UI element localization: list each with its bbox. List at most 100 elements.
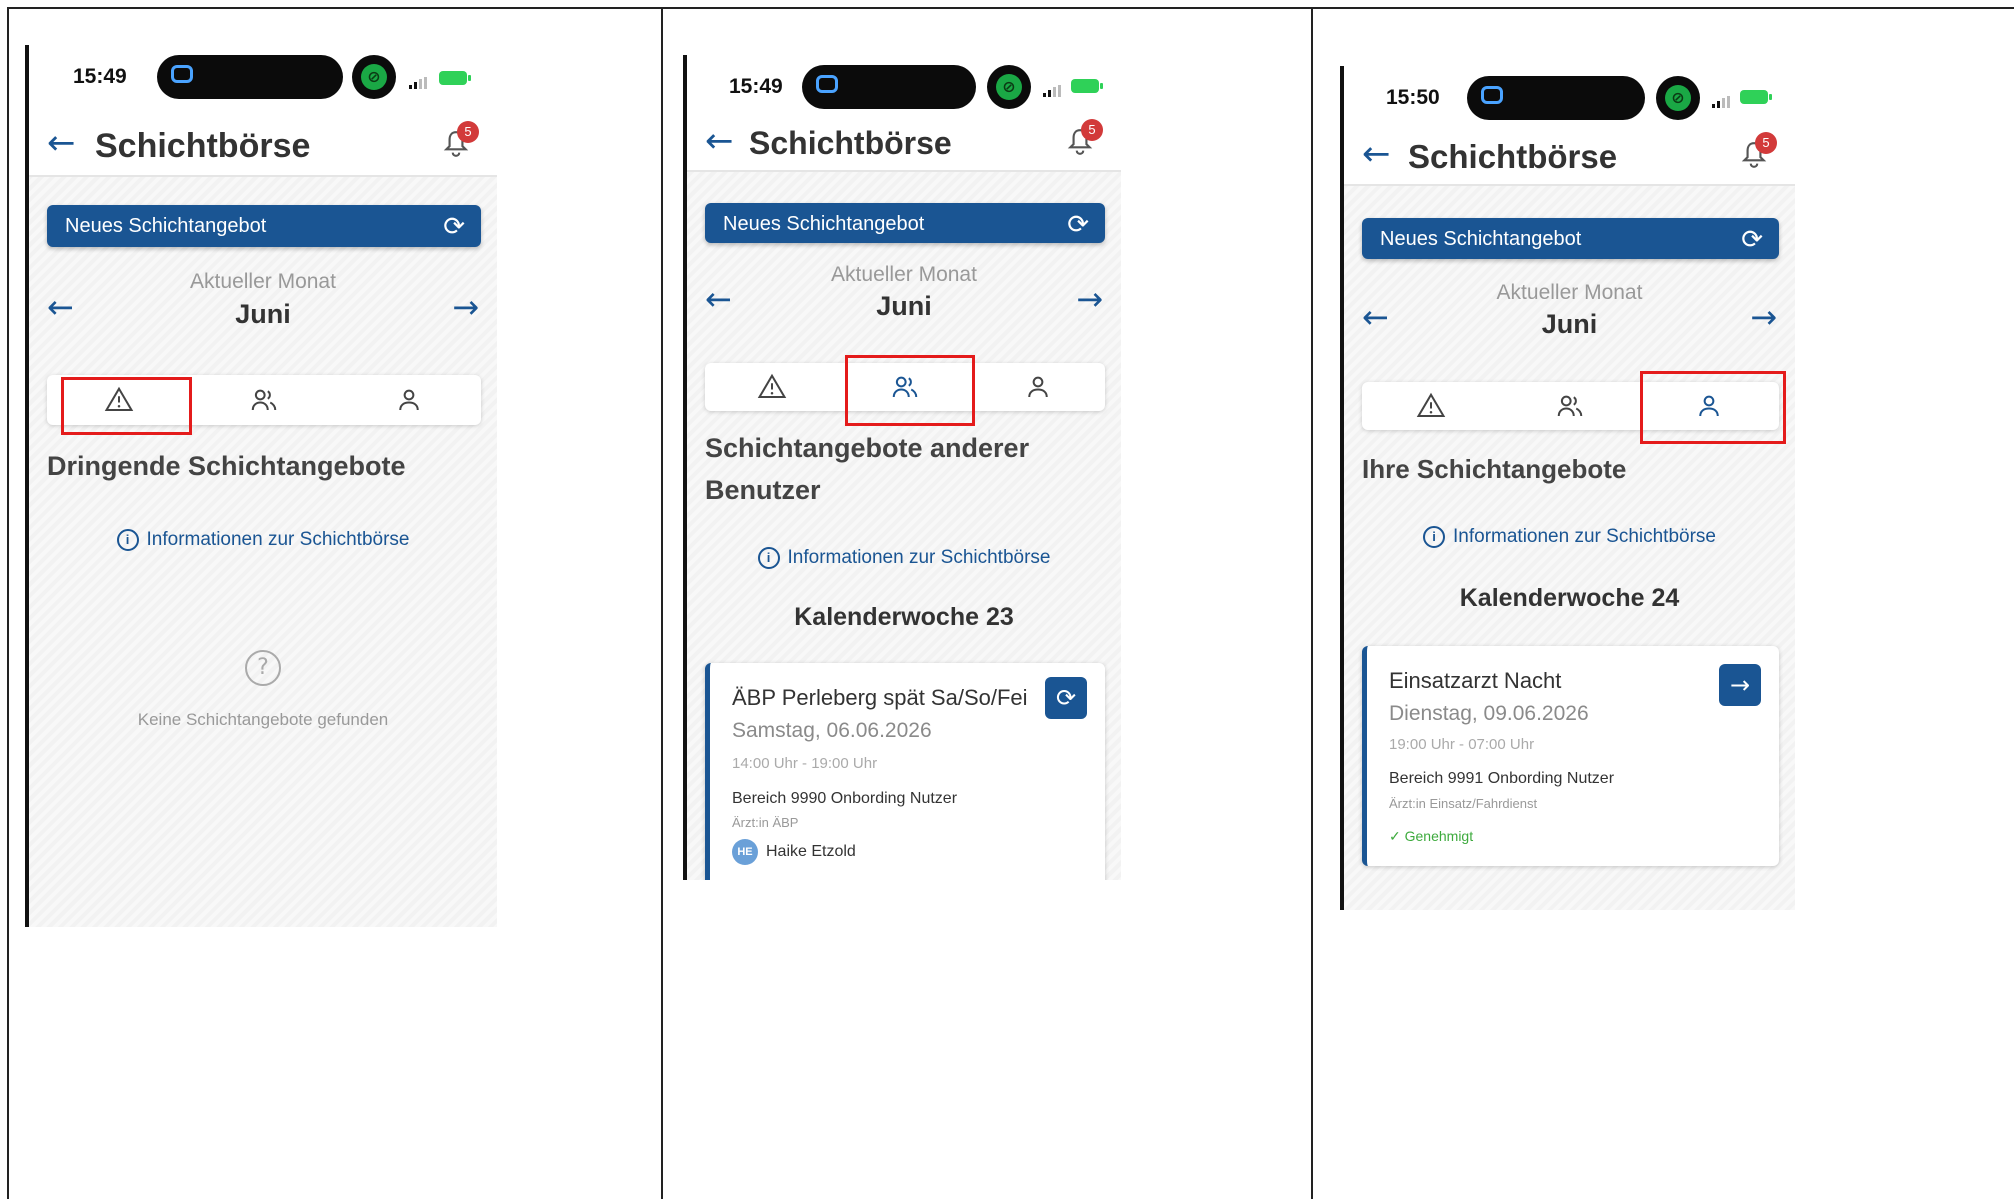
shift-title: ÄBP Perleberg spät Sa/So/Fei [732,685,1028,710]
battery-icon [439,71,471,85]
notification-badge: 5 [1081,119,1103,141]
tab-my-offers[interactable] [972,363,1105,411]
month-caption: Aktueller Monat [190,270,336,293]
notification-badge: 5 [457,121,479,143]
new-shift-offer-button[interactable]: Neues Schichtangebot ⟳ [47,205,481,247]
screen-record-icon [171,65,193,83]
shift-title: Einsatzarzt Nacht [1389,668,1562,693]
info-link-label: Informationen zur Schichtbörse [787,547,1051,568]
column-divider [661,7,663,1199]
notification-badge: 5 [1755,132,1777,154]
dynamic-island [1467,76,1645,120]
screen-record-icon [1481,86,1503,104]
user-icon [1028,376,1049,398]
highlight-box [61,377,192,435]
info-icon: i [757,547,780,569]
current-month: Juni [1541,309,1598,339]
section-title: Ihre Schichtangebote [1362,454,1627,484]
status-time: 15:50 [1386,86,1440,109]
link-icon: ⊘ [996,74,1022,100]
next-month-arrow-icon[interactable]: → [1750,298,1777,336]
warning-icon [757,373,786,398]
app-header: ← Schichtbörse 5 [1344,128,1795,186]
tab-other-users[interactable] [1501,382,1640,430]
new-shift-offer-label: Neues Schichtangebot [65,215,267,237]
current-month: Juni [876,291,932,321]
page-title: Schichtbörse [1408,138,1618,175]
back-arrow-icon[interactable]: ← [1362,134,1391,174]
recording-indicator: ⊘ [352,55,396,99]
status-bar: 15:49 ⊘ [687,55,1121,115]
shift-role: Ärzt:in Einsatz/Fahrdienst [1389,796,1538,811]
shift-area: Bereich 9991 Onbording Nutzer [1389,770,1615,787]
refresh-icon[interactable]: ⟳ [1067,209,1089,240]
approval-status-label: Genehmigt [1404,828,1474,844]
page-title: Schichtbörse [749,125,952,161]
section-title-line-2: Benutzer [705,475,821,505]
users-icon [251,389,277,411]
info-link-label: Informationen zur Schichtbörse [1453,526,1716,547]
new-shift-offer-label: Neues Schichtangebot [1380,228,1582,250]
next-month-arrow-icon[interactable]: → [452,288,479,326]
user-icon [398,389,419,411]
month-caption: Aktueller Monat [831,263,977,286]
month-caption: Aktueller Monat [1496,281,1643,304]
page-title: Schichtbörse [95,127,311,165]
highlight-box [1640,371,1786,444]
signal-icon [409,77,429,89]
users-icon [1558,395,1583,417]
shift-role: Ärzt:in ÄBP [732,815,799,830]
refresh-icon[interactable]: ⟳ [443,211,465,242]
screen-record-icon [816,75,838,93]
arrow-right-icon[interactable]: → [1719,664,1761,706]
next-month-arrow-icon[interactable]: → [1076,280,1103,318]
signal-icon [1043,85,1063,97]
tab-urgent[interactable] [1362,382,1501,430]
phone-screen-urgent: 15:49 ⊘ ← Schichtbörse 5 Neues Schichtan… [25,45,497,927]
shift-user: HE Haike Etzold [732,839,856,865]
user-name: Haike Etzold [766,843,856,861]
new-shift-offer-button[interactable]: Neues Schichtangebot ⟳ [705,203,1105,243]
shift-offer-card[interactable]: Einsatzarzt Nacht → Dienstag, 09.06.2026… [1362,646,1779,866]
dynamic-island [157,55,343,99]
status-time: 15:49 [73,65,127,88]
refresh-icon[interactable]: ⟳ [1741,224,1763,255]
question-icon: ? [245,650,281,686]
swap-icon[interactable]: ⟳ [1045,677,1087,719]
shift-date: Dienstag, 09.06.2026 [1389,702,1589,725]
status-bar: 15:49 ⊘ [29,45,497,117]
notifications-bell-icon[interactable]: 5 [443,121,479,159]
empty-state-text: Keine Schichtangebote gefunden [137,710,389,729]
column-divider [1311,7,1313,1199]
warning-icon [1417,392,1446,417]
tab-urgent[interactable] [705,363,838,411]
status-bar: 15:50 ⊘ [1344,66,1795,128]
back-arrow-icon[interactable]: ← [47,123,76,163]
shift-offer-card[interactable]: ÄBP Perleberg spät Sa/So/Fei ⟳ Samstag, … [705,663,1105,880]
info-link[interactable]: i Informationen zur Schichtbörse [687,547,1121,569]
section-title: Dringende Schichtangebote [47,451,406,481]
info-link[interactable]: i Informationen zur Schichtbörse [29,529,497,551]
tab-my-offers[interactable] [336,375,481,425]
tab-other-users[interactable] [192,375,337,425]
link-icon: ⊘ [361,64,387,90]
notifications-bell-icon[interactable]: 5 [1067,119,1103,157]
status-time: 15:49 [729,75,783,98]
shift-time: 14:00 Uhr - 19:00 Uhr [732,755,878,772]
back-arrow-icon[interactable]: ← [705,121,734,161]
highlight-box [845,355,975,426]
recording-indicator: ⊘ [987,65,1031,109]
link-icon: ⊘ [1665,85,1691,111]
info-icon: i [1423,526,1446,548]
app-header: ← Schichtbörse 5 [687,115,1121,172]
battery-icon [1740,90,1772,104]
dynamic-island [802,65,976,109]
info-icon: i [116,529,139,551]
notifications-bell-icon[interactable]: 5 [1741,132,1777,170]
phone-screen-others: 15:49 ⊘ ← Schichtbörse 5 Neues Schichtan… [683,55,1121,880]
new-shift-offer-button[interactable]: Neues Schichtangebot ⟳ [1362,218,1779,259]
info-link[interactable]: i Informationen zur Schichtbörse [1344,526,1795,548]
info-link-label: Informationen zur Schichtbörse [146,529,410,550]
avatar: HE [732,839,758,865]
calendar-week-heading: Kalenderwoche 23 [794,603,1014,631]
